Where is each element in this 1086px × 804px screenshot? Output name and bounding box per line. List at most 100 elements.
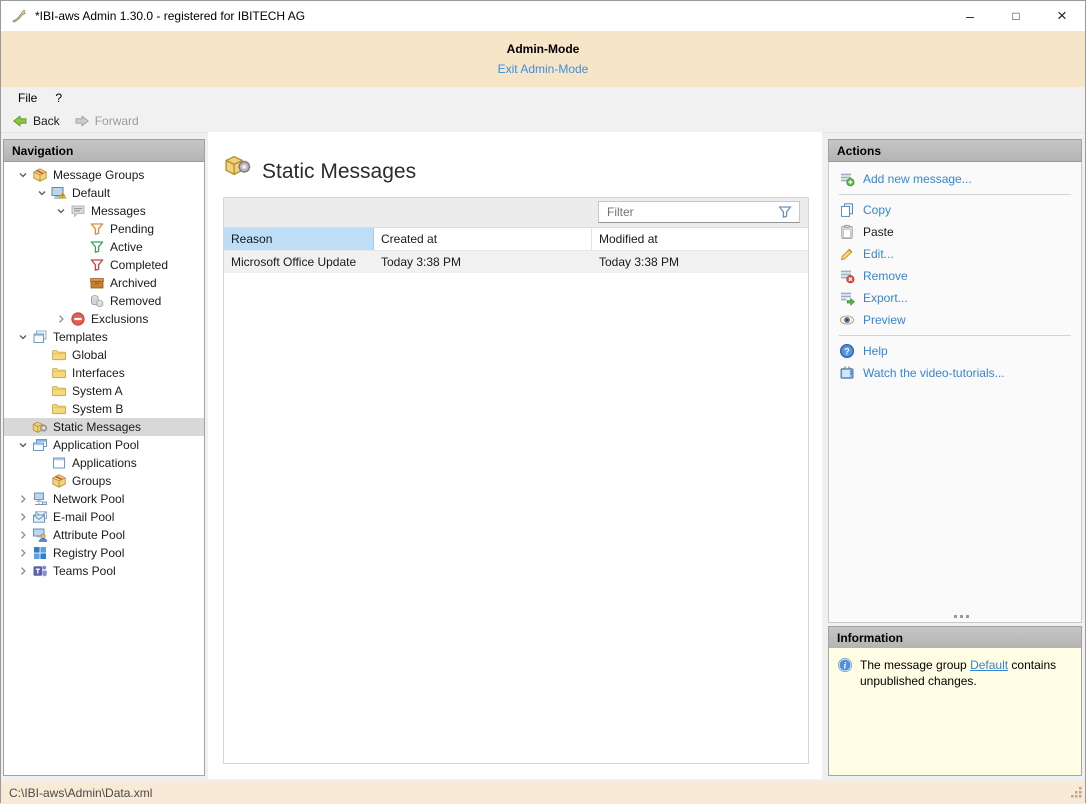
- video-tutorials-action[interactable]: Watch the video-tutorials...: [829, 362, 1081, 384]
- monitor-warning-icon: [51, 185, 67, 201]
- actions-panel: Actions Add new message... Copy Paste Ed…: [828, 139, 1082, 623]
- information-message: The message group Default contains unpub…: [860, 657, 1072, 689]
- exit-admin-mode-link[interactable]: Exit Admin-Mode: [1, 62, 1085, 76]
- box-gear-icon: [224, 151, 252, 182]
- nav-item-default[interactable]: Default: [4, 184, 204, 202]
- chevron-right-icon[interactable]: [14, 490, 32, 508]
- nav-item-active[interactable]: Active: [4, 238, 204, 256]
- speech-bubble-icon: [70, 203, 86, 219]
- column-header-modified-at[interactable]: Modified at: [592, 228, 808, 250]
- actions-list: Add new message... Copy Paste Edit... Re…: [828, 162, 1082, 623]
- nav-item-static-messages[interactable]: Static Messages: [4, 418, 204, 436]
- maximize-button[interactable]: □: [993, 1, 1039, 31]
- no-entry-icon: [70, 311, 86, 327]
- nav-item-application-pool[interactable]: Application Pool: [4, 436, 204, 454]
- cell-created-at: Today 3:38 PM: [374, 251, 592, 273]
- navigation-tree: Message Groups Default Messages Pending …: [3, 162, 205, 776]
- nav-item-global[interactable]: Global: [4, 346, 204, 364]
- chevron-down-icon[interactable]: [14, 166, 32, 184]
- nav-item-network-pool[interactable]: Network Pool: [4, 490, 204, 508]
- chevron-down-icon[interactable]: [33, 184, 51, 202]
- chevron-right-icon[interactable]: [14, 562, 32, 580]
- back-button[interactable]: Back: [5, 109, 67, 132]
- nav-item-groups[interactable]: Groups: [4, 472, 204, 490]
- preview-action[interactable]: Preview: [829, 309, 1081, 331]
- forward-button[interactable]: Forward: [67, 109, 146, 132]
- message-export-icon: [839, 290, 855, 306]
- minimize-button[interactable]: –: [947, 1, 993, 31]
- funnel-green-icon: [89, 239, 105, 255]
- column-header-created-at[interactable]: Created at: [374, 228, 592, 250]
- help-icon: [839, 343, 855, 359]
- chevron-right-icon[interactable]: [14, 526, 32, 544]
- menu-bar: File ?: [1, 87, 1085, 109]
- filter-field[interactable]: [598, 201, 800, 223]
- archive-box-icon: [89, 275, 105, 291]
- default-group-link[interactable]: Default: [970, 658, 1008, 672]
- column-header-reason[interactable]: Reason: [224, 228, 374, 250]
- chevron-down-icon[interactable]: [52, 202, 70, 220]
- add-new-message-action[interactable]: Add new message...: [829, 168, 1081, 190]
- remove-action[interactable]: Remove: [829, 265, 1081, 287]
- window-icon: [51, 455, 67, 471]
- data-file-path: C:\IBI-aws\Admin\Data.xml: [9, 786, 152, 800]
- menu-help[interactable]: ?: [46, 87, 71, 109]
- toolbar: Back Forward: [1, 109, 1085, 133]
- nav-item-messages[interactable]: Messages: [4, 202, 204, 220]
- information-body: The message group Default contains unpub…: [828, 648, 1082, 776]
- folder-icon: [51, 401, 67, 417]
- window-title: *IBI-aws Admin 1.30.0 - registered for I…: [35, 9, 947, 23]
- close-button[interactable]: ×: [1039, 1, 1085, 31]
- nav-item-email-pool[interactable]: E-mail Pool: [4, 508, 204, 526]
- nav-item-teams-pool[interactable]: Teams Pool: [4, 562, 204, 580]
- recycle-bin-icon: [89, 293, 105, 309]
- folder-icon: [51, 383, 67, 399]
- menu-file[interactable]: File: [9, 87, 46, 109]
- package-icon: [32, 167, 48, 183]
- status-bar: C:\IBI-aws\Admin\Data.xml: [1, 781, 1085, 804]
- chevron-down-icon[interactable]: [14, 328, 32, 346]
- grid-icon: [32, 545, 48, 561]
- message-add-icon: [839, 171, 855, 187]
- info-icon: [837, 657, 853, 689]
- nav-item-exclusions[interactable]: Exclusions: [4, 310, 204, 328]
- panel-splitter[interactable]: [829, 615, 1081, 618]
- app-icon: [11, 8, 27, 24]
- chevron-right-icon[interactable]: [52, 310, 70, 328]
- nav-item-pending[interactable]: Pending: [4, 220, 204, 238]
- resize-grip-icon[interactable]: [1069, 785, 1083, 802]
- nav-item-applications[interactable]: Applications: [4, 454, 204, 472]
- help-action[interactable]: Help: [829, 340, 1081, 362]
- nav-item-registry-pool[interactable]: Registry Pool: [4, 544, 204, 562]
- chevron-right-icon[interactable]: [14, 508, 32, 526]
- cell-modified-at: Today 3:38 PM: [592, 251, 808, 273]
- nav-item-system-b[interactable]: System B: [4, 400, 204, 418]
- paste-icon: [839, 224, 855, 240]
- copy-action[interactable]: Copy: [829, 199, 1081, 221]
- funnel-icon[interactable]: [777, 204, 793, 220]
- teams-icon: [32, 563, 48, 579]
- chevron-down-icon[interactable]: [14, 436, 32, 454]
- nav-item-archived[interactable]: Archived: [4, 274, 204, 292]
- pencil-icon: [839, 246, 855, 262]
- static-messages-list: Reason Created at Modified at Microsoft …: [223, 197, 809, 764]
- monitor-person-icon: [32, 527, 48, 543]
- nav-item-completed[interactable]: Completed: [4, 256, 204, 274]
- chevron-right-icon[interactable]: [14, 544, 32, 562]
- filter-input[interactable]: [599, 202, 777, 222]
- nav-item-attribute-pool[interactable]: Attribute Pool: [4, 526, 204, 544]
- ibi-aws-admin-window: { "window": { "title": "*IBI-aws Admin 1…: [0, 0, 1086, 803]
- actions-header: Actions: [828, 139, 1082, 162]
- export-action[interactable]: Export...: [829, 287, 1081, 309]
- nav-item-system-a[interactable]: System A: [4, 382, 204, 400]
- filter-strip: [224, 198, 808, 228]
- paste-action[interactable]: Paste: [829, 221, 1081, 243]
- nav-item-interfaces[interactable]: Interfaces: [4, 364, 204, 382]
- nav-item-templates[interactable]: Templates: [4, 328, 204, 346]
- navigation-panel: Navigation Message Groups Default Messag…: [3, 139, 205, 776]
- nav-item-removed[interactable]: Removed: [4, 292, 204, 310]
- edit-action[interactable]: Edit...: [829, 243, 1081, 265]
- table-row[interactable]: Microsoft Office Update Today 3:38 PM To…: [224, 251, 808, 273]
- eye-icon: [839, 312, 855, 328]
- nav-item-message-groups[interactable]: Message Groups: [4, 166, 204, 184]
